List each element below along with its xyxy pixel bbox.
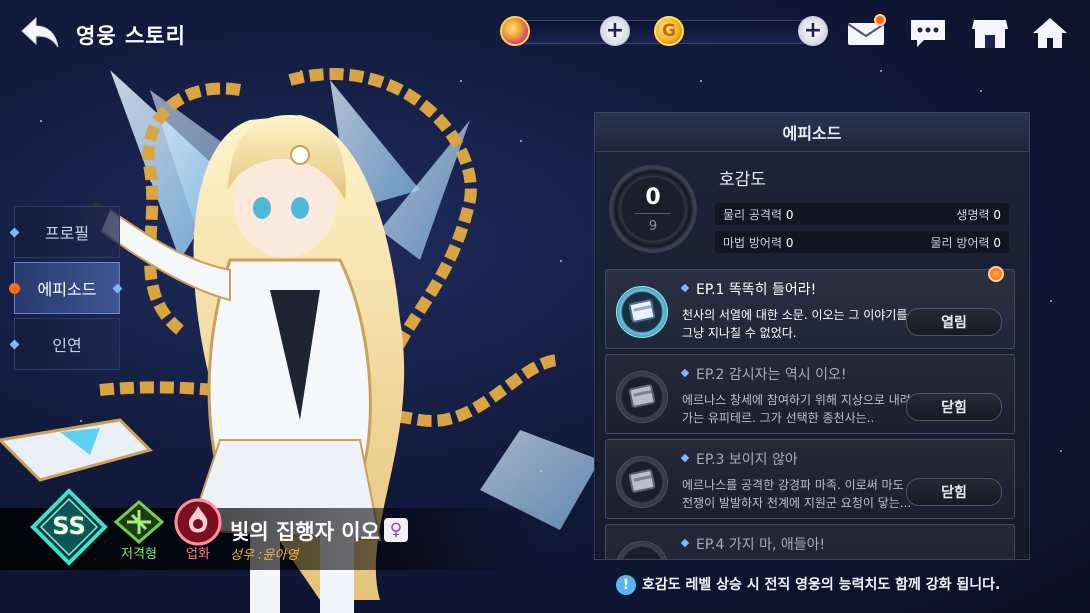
episode-card-4[interactable]: EP.4 가지 마, 애들아! (605, 524, 1015, 559)
stat-physical-attack: 물리 공격력 0 (723, 206, 793, 223)
tab-notification-dot (9, 282, 20, 294)
episode-diamond-icon (680, 368, 690, 378)
side-tab-list: 프로필 에피소드 인연 (9, 206, 124, 374)
stat-value: 0 (785, 208, 794, 222)
info-icon: ! (616, 575, 636, 595)
gold-add-button[interactable]: + (798, 16, 828, 46)
hero-name: 빛의 집행자 이오 (230, 520, 380, 544)
mail-button[interactable] (844, 14, 888, 52)
episode-book-icon (616, 286, 668, 338)
tab-episode[interactable]: 에피소드 (9, 262, 123, 314)
episode-title: EP.1 똑똑히 들어라! (696, 282, 817, 298)
chat-button[interactable] (906, 14, 950, 52)
back-button[interactable] (18, 14, 64, 52)
rank-label: SS (52, 512, 86, 540)
top-bar: 영웅 스토리 + G + (0, 0, 1090, 66)
sniper-class-icon (114, 500, 164, 544)
stat-label: 생명력 (956, 208, 990, 222)
element-badge: 업화 (170, 498, 226, 562)
stat-value: 0 (785, 236, 794, 250)
affinity-title: 호감도 (719, 170, 766, 190)
class-badge: 저격형 (110, 500, 168, 562)
episode-diamond-icon (680, 283, 690, 293)
tab-relation-label: 인연 (52, 336, 82, 355)
tab-diamond-icon (112, 283, 123, 293)
stat-physical-defense: 물리 방어력 0 (931, 234, 1001, 251)
stat-magic-defense: 마법 방어력 0 (723, 234, 793, 251)
shop-icon (972, 20, 1008, 48)
tab-profile[interactable]: 프로필 (9, 206, 120, 258)
episode-description: 천사의 서열에 대한 소문. 이오는 그 이야기를 그냥 지나칠 수 없었다. (682, 308, 908, 340)
stat-label: 물리 공격력 (723, 208, 783, 222)
affinity-level: 0 (645, 185, 661, 210)
chat-icon (911, 20, 945, 47)
stat-label: 마법 방어력 (723, 236, 783, 250)
episode-closed-button[interactable]: 닫힘 (906, 478, 1002, 506)
episode-book-icon (616, 371, 668, 423)
tab-relation[interactable]: 인연 (9, 318, 120, 370)
episode-diamond-icon (680, 453, 690, 463)
class-label: 저격형 (121, 547, 157, 562)
rank-badge: SS (30, 488, 108, 566)
episode-diamond-icon (680, 538, 690, 548)
shop-button[interactable] (968, 14, 1012, 52)
affinity-max: 9 (648, 219, 658, 234)
episode-open-button[interactable]: 열림 (906, 308, 1002, 336)
episode-description: 에르나스 창세에 참여하기 위해 지상으로 내려가는 유피테르. 그가 선택한 … (682, 393, 911, 425)
footer-note: 호감도 레벨 상승 시 전직 영웅의 능력치도 함께 강화 됩니다. (642, 577, 1001, 593)
stat-label: 물리 방어력 (930, 236, 990, 250)
female-gender-icon: ♀ (384, 518, 408, 542)
episode-notification-dot (988, 266, 1004, 282)
episode-title: EP.2 감시자는 역시 이오! (696, 367, 847, 383)
gold-icon: G (654, 16, 684, 46)
tab-episode-label: 에피소드 (37, 280, 97, 299)
episode-panel: 에피소드 0 9 호감도 물리 공격력 0 생명력 0 마법 방어력 0 물리 … (594, 112, 1030, 560)
episode-closed-button[interactable]: 닫힘 (906, 393, 1002, 421)
mail-notification-dot (874, 14, 886, 26)
stat-hp: 생명력 0 (956, 206, 1001, 223)
episode-card-1[interactable]: EP.1 똑똑히 들어라! 천사의 서열에 대한 소문. 이오는 그 이야기를 … (605, 266, 1015, 349)
episode-card-3[interactable]: EP.3 보이지 않아 에르나스를 공격한 강경파 마족. 이로써 마도 전쟁이… (605, 439, 1015, 519)
hellfire-element-icon (174, 498, 222, 546)
episode-book-icon (616, 456, 668, 508)
affinity-gauge: 0 9 (609, 165, 697, 253)
episode-description: 에르나스를 공격한 강경파 마족. 이로써 마도 전쟁이 발발하자 천계에 지원… (682, 478, 912, 510)
stat-row: 물리 공격력 0 생명력 0 (715, 203, 1009, 225)
gem-add-button[interactable]: + (600, 16, 630, 46)
stat-value: 0 (993, 236, 1001, 250)
episode-title: EP.4 가지 마, 애들아! (696, 537, 826, 553)
stat-row: 마법 방어력 0 물리 방어력 0 (715, 231, 1009, 253)
home-icon (1033, 18, 1067, 48)
episode-title: EP.3 보이지 않아 (696, 452, 798, 468)
home-button[interactable] (1028, 14, 1072, 52)
element-label: 업화 (186, 547, 210, 562)
gold-currency: G + (654, 16, 828, 46)
episode-book-icon (616, 541, 668, 559)
tab-profile-label: 프로필 (44, 224, 90, 243)
gem-icon (500, 16, 530, 46)
voice-actor-label: 성우 :윤아영 (230, 548, 299, 563)
back-arrow-icon (21, 16, 59, 48)
page-title: 영웅 스토리 (76, 24, 186, 48)
panel-title: 에피소드 (595, 113, 1029, 152)
affinity-divider (635, 213, 671, 214)
episode-card-2[interactable]: EP.2 감시자는 역시 이오! 에르나스 창세에 참여하기 위해 지상으로 내… (605, 354, 1015, 434)
stat-value: 0 (993, 208, 1001, 222)
